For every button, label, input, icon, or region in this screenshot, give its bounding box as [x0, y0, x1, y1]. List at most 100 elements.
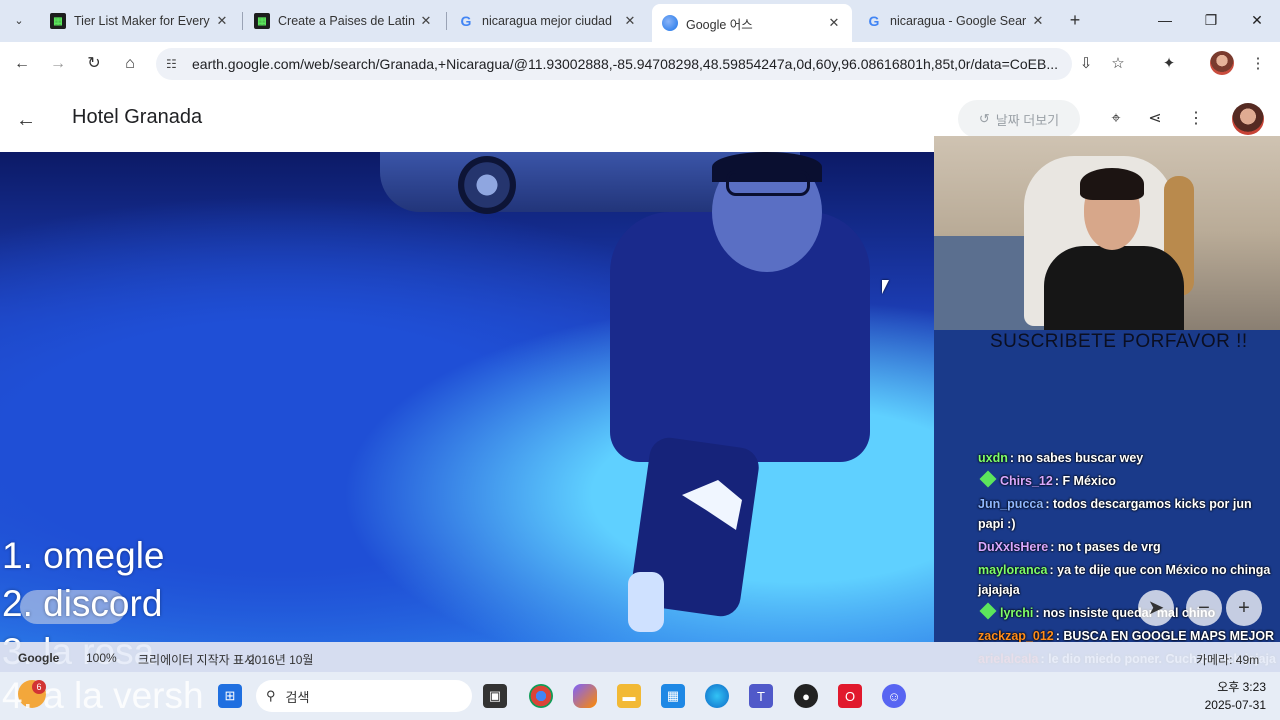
- search-placeholder: 검색: [285, 689, 310, 705]
- opera-icon[interactable]: O: [838, 684, 862, 708]
- obs-icon[interactable]: ●: [794, 684, 818, 708]
- chat-text: : F México: [1054, 474, 1116, 488]
- browser-menu-icon[interactable]: ⋮: [1247, 53, 1269, 75]
- streamer-webcam: [934, 136, 1280, 330]
- google-favicon-icon: G: [868, 13, 880, 29]
- person-glasses: [726, 170, 810, 196]
- tierlist-favicon-icon: ▦: [50, 13, 66, 29]
- tab-close-icon[interactable]: ✕: [826, 15, 842, 31]
- tab-search-chevron-icon[interactable]: ⌄: [8, 9, 30, 31]
- earth-back-arrow-icon[interactable]: ←: [16, 108, 40, 132]
- chat-text: : no sabes buscar wey: [1009, 451, 1144, 465]
- history-icon: ↺: [978, 111, 990, 126]
- browser-tab-strip: ⌄ ▦ Tier List Maker for Every ✕ ▦ Create…: [0, 0, 1280, 42]
- compass-icon[interactable]: ➤: [1138, 590, 1174, 626]
- minimize-icon[interactable]: —: [1153, 8, 1177, 32]
- more-options-icon[interactable]: ⋮: [1185, 108, 1207, 130]
- earth-account-avatar[interactable]: [1232, 103, 1264, 135]
- browser-toolbar: ← → ↻ ⌂ ☷ earth.google.com/web/search/Gr…: [0, 42, 1280, 86]
- back-icon[interactable]: ←: [10, 52, 34, 76]
- address-bar[interactable]: ☷ earth.google.com/web/search/Granada,+N…: [156, 48, 1072, 80]
- profile-avatar[interactable]: [1210, 51, 1234, 75]
- chrome-icon[interactable]: [529, 684, 553, 708]
- chat-username: mayloranca: [978, 563, 1048, 577]
- zoom-out-button[interactable]: −: [1186, 590, 1222, 626]
- google-earth-favicon-icon: [662, 15, 678, 31]
- system-clock[interactable]: 오후 3:23 2025-07-31: [1196, 678, 1266, 714]
- subscriber-badge-icon: [979, 470, 997, 488]
- chat-message: Jun_pucca: todos descargamos kicks por j…: [978, 494, 1280, 534]
- tab-title: Google 어스: [686, 17, 753, 32]
- photo-location-icon[interactable]: ⌖: [1105, 108, 1127, 130]
- discord-icon[interactable]: ☺: [882, 684, 906, 708]
- chat-message: Chirs_12: F México: [978, 470, 1280, 491]
- tab-close-icon[interactable]: ✕: [418, 13, 434, 29]
- camera-scale: 카메라: 49m: [1196, 653, 1260, 667]
- more-dates-button[interactable]: ↺ 날짜 더보기: [958, 100, 1080, 138]
- chat-message: DuXxIsHere: no t pases de vrg: [978, 537, 1280, 557]
- place-title: Hotel Granada: [72, 106, 203, 128]
- tab-divider: [446, 12, 447, 30]
- chat-username: zackzap_012: [978, 629, 1054, 643]
- zoom-level[interactable]: 100%: [86, 651, 117, 665]
- tierlist-favicon-icon: ▦: [254, 13, 270, 29]
- tab-title: Create a Paises de Latin: [278, 14, 415, 28]
- tab-divider: [242, 12, 243, 30]
- google-logo: Google: [18, 651, 60, 665]
- tab-tier-list[interactable]: ▦ Tier List Maker for Every ✕: [40, 6, 240, 36]
- person-shoe: [628, 572, 664, 632]
- chat-message: uxdn: no sabes buscar wey: [978, 448, 1280, 468]
- chat-text: : no t pases de vrg: [1050, 540, 1161, 554]
- close-window-icon[interactable]: ✕: [1245, 8, 1269, 32]
- clock-date: 2025-07-31: [1204, 698, 1266, 712]
- teams-icon[interactable]: T: [749, 684, 773, 708]
- search-icon: ⚲: [266, 688, 276, 703]
- more-dates-label: 날짜 더보기: [995, 112, 1060, 128]
- url-text[interactable]: earth.google.com/web/search/Granada,+Nic…: [192, 56, 1062, 72]
- microsoft-store-icon[interactable]: ▦: [661, 684, 685, 708]
- tab-title: Tier List Maker for Every: [74, 14, 210, 28]
- google-favicon-icon: G: [460, 13, 472, 29]
- chat-text: : BUSCA EN GOOGLE MAPS MEJOR: [1055, 629, 1275, 643]
- webcam-streamer-torso: [1044, 246, 1184, 330]
- tab-title: nicaragua mejor ciudad: [482, 14, 612, 28]
- windows-start-icon[interactable]: ⊞: [218, 684, 242, 708]
- car-wheel: [458, 156, 516, 214]
- earth-status-bar: Google 100% 크리에이터 지작자 표시 2016년 10월 카메라: …: [0, 642, 1280, 672]
- mouse-cursor-icon: [882, 280, 889, 294]
- ranking-item: 1. omegle: [2, 535, 165, 576]
- taskbar-search[interactable]: ⚲ 검색: [256, 680, 472, 712]
- zoom-in-button[interactable]: +: [1226, 590, 1262, 626]
- restore-icon[interactable]: ❐: [1199, 8, 1223, 32]
- reload-icon[interactable]: ↻: [82, 52, 106, 76]
- subscriber-badge-icon: [979, 602, 997, 620]
- share-icon[interactable]: ⋖: [1144, 108, 1166, 130]
- chat-username: DuXxIsHere: [978, 540, 1049, 554]
- tab-create-paises[interactable]: ▦ Create a Paises de Latin ✕: [244, 6, 444, 36]
- tab-nicaragua-mejor-ciudad[interactable]: G nicaragua mejor ciudad ✕: [448, 6, 648, 36]
- tab-close-icon[interactable]: ✕: [622, 13, 638, 29]
- clock-time: 오후 3:23: [1217, 680, 1266, 694]
- extensions-puzzle-icon[interactable]: ✦: [1158, 53, 1180, 75]
- ranking-item: 4. a la versh: [2, 675, 204, 716]
- copilot-icon[interactable]: [573, 684, 597, 708]
- ranking-item: 2. discord: [2, 583, 163, 624]
- tab-close-icon[interactable]: ✕: [214, 13, 230, 29]
- chat-username: Chirs_12: [1000, 474, 1053, 488]
- tab-close-icon[interactable]: ✕: [1030, 13, 1046, 29]
- edge-icon[interactable]: [705, 684, 729, 708]
- task-view-icon[interactable]: ▣: [483, 684, 507, 708]
- tab-google-earth[interactable]: Google 어스 ✕: [652, 4, 852, 42]
- bookmark-star-icon[interactable]: ☆: [1107, 53, 1129, 75]
- imagery-date: 2016년 10월: [248, 653, 314, 667]
- new-tab-button[interactable]: +: [1064, 10, 1086, 32]
- forward-icon[interactable]: →: [46, 52, 70, 76]
- tab-nicaragua-google-search[interactable]: G nicaragua - Google Sear ✕: [856, 6, 1056, 36]
- file-explorer-icon[interactable]: ▬: [617, 684, 641, 708]
- site-info-icon[interactable]: ☷: [166, 57, 186, 71]
- install-app-icon[interactable]: ⇩: [1075, 53, 1097, 75]
- subscribe-overlay-text: SUSCRIBETE PORFAVOR !!: [990, 331, 1248, 352]
- home-icon[interactable]: ⌂: [118, 52, 142, 76]
- creator-attribution-link[interactable]: 크리에이터 지작자 표시: [138, 651, 255, 668]
- webcam-streamer-hair: [1080, 168, 1144, 200]
